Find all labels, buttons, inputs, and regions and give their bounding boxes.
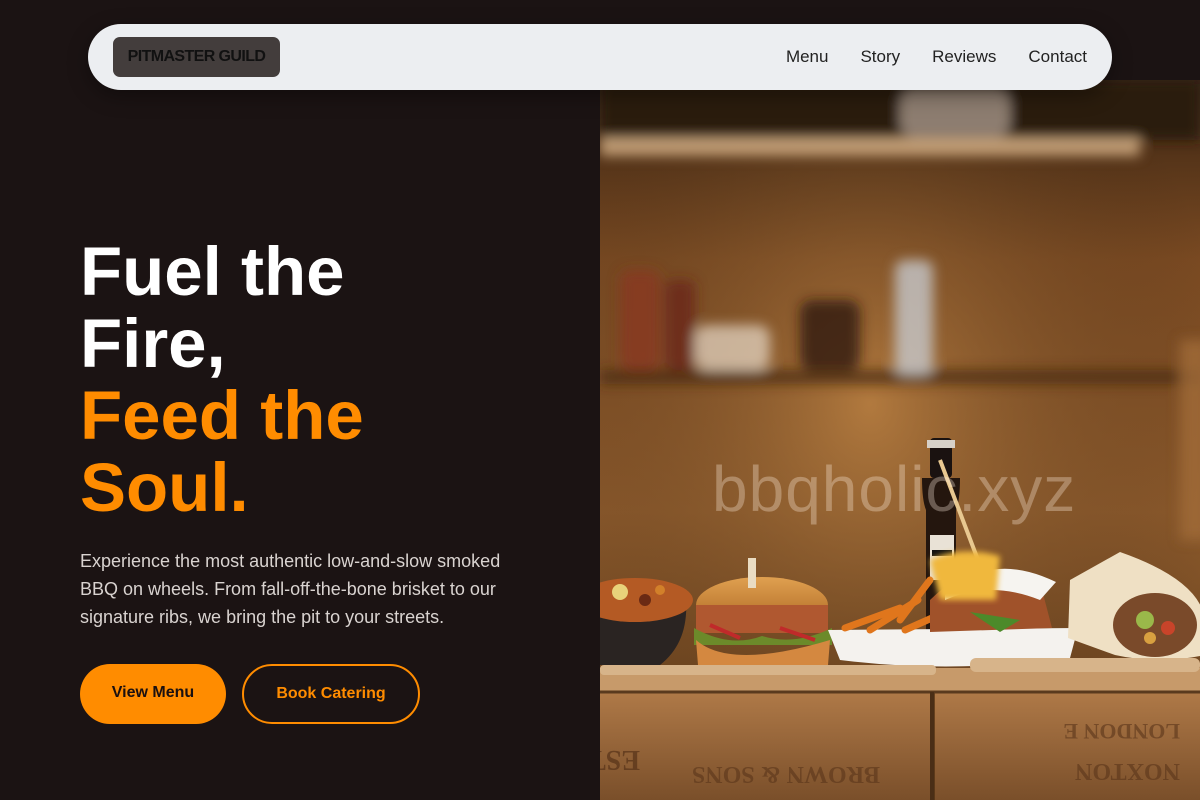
view-menu-button[interactable]: View Menu [80,664,226,724]
image-watermark: bbqholic.xyz [712,453,1077,525]
nav-link-menu[interactable]: Menu [786,47,829,67]
nav-link-story[interactable]: Story [860,47,900,67]
book-catering-button[interactable]: Book Catering [242,664,420,724]
hero-title-line-3: Feed the [80,377,364,454]
svg-text:NOXTON: NOXTON [1074,758,1180,784]
nav-links: Menu Story Reviews Contact [786,24,1087,90]
hero-title: Fuel the Fire, Feed the Soul. [80,236,500,524]
hero-title-line-1: Fuel the [80,233,345,310]
page: EST 1936 BROWN & SONS LONDON E NOXTON [0,0,1200,800]
bbq-food-photo: EST 1936 BROWN & SONS LONDON E NOXTON [600,80,1200,800]
hero-food-image: EST 1936 BROWN & SONS LONDON E NOXTON [600,80,1200,800]
navbar: PITMASTER GUILD Menu Story Reviews Conta… [88,24,1112,90]
hero-title-line-2: Fire, [80,305,226,382]
hero-title-line-4: Soul. [80,449,249,526]
svg-text:BROWN & SONS: BROWN & SONS [692,761,880,787]
nav-link-reviews[interactable]: Reviews [932,47,996,67]
svg-text:EST 1936: EST 1936 [600,744,640,775]
nav-link-contact[interactable]: Contact [1028,47,1087,67]
svg-text:LONDON E: LONDON E [1063,719,1180,744]
brand-logo[interactable]: PITMASTER GUILD [113,37,280,77]
hero-description: Experience the most authentic low-and-sl… [80,551,501,627]
